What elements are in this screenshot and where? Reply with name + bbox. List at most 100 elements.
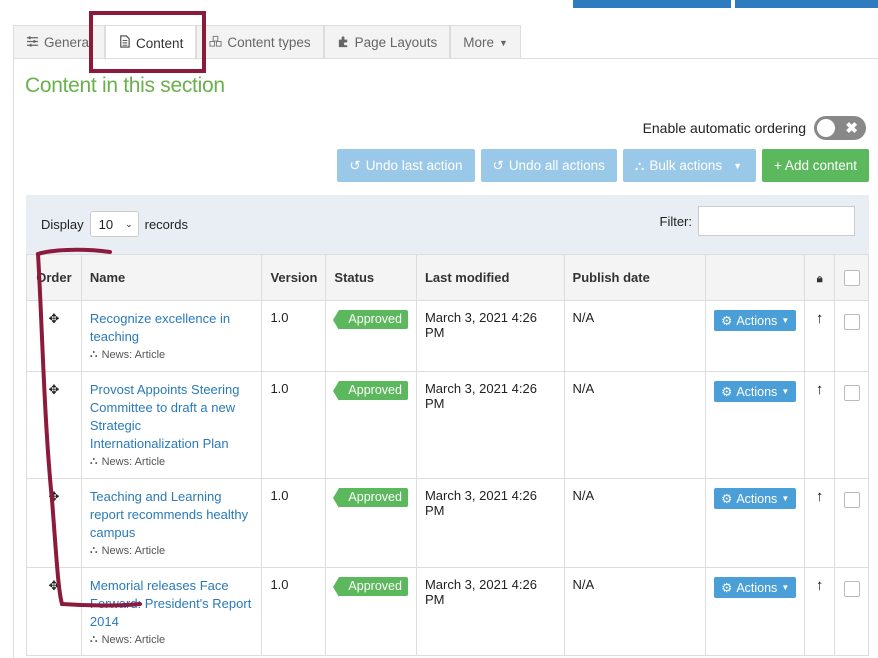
content-type-label: News: Article bbox=[101, 633, 166, 646]
name-cell: Memorial releases Face Forward: Presiden… bbox=[80, 567, 263, 656]
version-cell: 1.0 bbox=[261, 371, 327, 479]
order-cell: ✥ bbox=[26, 300, 82, 372]
auto-ordering-control: Enable automatic ordering ✖ bbox=[643, 116, 866, 140]
content-type: ⛬ News: Article bbox=[90, 633, 254, 646]
close-icon: ✖ bbox=[845, 120, 858, 137]
actions-button[interactable]: ⚙ Actions ▼ bbox=[714, 381, 797, 402]
lock-icon: 🔒︎ bbox=[816, 272, 823, 285]
row-checkbox[interactable] bbox=[843, 581, 860, 597]
move-up-cell: ↑ bbox=[804, 478, 835, 568]
select-all-checkbox[interactable] bbox=[843, 270, 860, 286]
actions-cell: ⚙ Actions ▼ bbox=[705, 567, 806, 656]
tab-bar: General Content Content types Page Layou… bbox=[13, 25, 521, 60]
row-checkbox[interactable] bbox=[843, 385, 860, 401]
status-badge: Approved bbox=[333, 577, 408, 597]
status-badge: Approved bbox=[333, 310, 408, 330]
arrow-up-icon[interactable]: ↑ bbox=[816, 310, 824, 327]
caret-down-icon: ▼ bbox=[781, 494, 790, 503]
undo-last-button[interactable]: ↺ Undo last action bbox=[337, 149, 475, 182]
select-cell bbox=[834, 567, 869, 656]
header-order[interactable]: Order bbox=[26, 254, 82, 301]
header-version[interactable]: Version bbox=[261, 254, 327, 301]
content-link[interactable]: Memorial releases Face Forward: Presiden… bbox=[90, 577, 254, 631]
gear-icon: ⚙ bbox=[721, 492, 733, 506]
content-link[interactable]: Provost Appoints Steering Committee to d… bbox=[90, 381, 254, 453]
content-link[interactable]: Teaching and Learning report recommends … bbox=[90, 488, 254, 542]
modified-cell: March 3, 2021 4:26 PM bbox=[415, 567, 565, 656]
records-per-page-value: 10 bbox=[98, 216, 114, 232]
publish-cell: N/A bbox=[563, 371, 707, 479]
tab-general[interactable]: General bbox=[13, 25, 106, 59]
arrow-up-icon[interactable]: ↑ bbox=[816, 577, 824, 594]
filter-input[interactable] bbox=[698, 206, 855, 236]
tab-content[interactable]: Content bbox=[105, 25, 197, 60]
move-up-cell: ↑ bbox=[804, 371, 835, 479]
add-content-label: + Add content bbox=[774, 158, 857, 173]
tab-content-types-label: Content types bbox=[227, 35, 311, 50]
auto-ordering-toggle[interactable]: ✖ bbox=[814, 116, 866, 140]
order-cell: ✥ bbox=[26, 371, 82, 479]
undo-last-label: Undo last action bbox=[365, 158, 463, 173]
select-cell bbox=[834, 478, 869, 568]
select-cell bbox=[834, 300, 869, 372]
top-button-2[interactable] bbox=[735, 0, 878, 8]
actions-cell: ⚙ Actions ▼ bbox=[705, 478, 806, 568]
header-status[interactable]: Status bbox=[325, 254, 417, 301]
modified-cell: March 3, 2021 4:26 PM bbox=[415, 300, 565, 372]
caret-down-icon: ▼ bbox=[498, 37, 508, 48]
header-lock: 🔒︎ bbox=[804, 254, 835, 301]
toggle-knob bbox=[817, 119, 835, 137]
content-type: ⛬ News: Article bbox=[90, 348, 254, 361]
add-content-button[interactable]: + Add content bbox=[762, 149, 869, 182]
filter-label: Filter: bbox=[659, 213, 693, 229]
top-button-1[interactable] bbox=[573, 0, 731, 8]
publish-cell: N/A bbox=[563, 567, 707, 656]
content-link[interactable]: Recognize excellence in teaching bbox=[90, 310, 254, 346]
cubes-icon: ⛬ bbox=[89, 348, 98, 360]
puzzle-icon bbox=[337, 35, 350, 51]
tab-more-label: More bbox=[463, 35, 494, 50]
header-name[interactable]: Name bbox=[80, 254, 263, 301]
display-suffix: records bbox=[144, 216, 188, 232]
actions-label: Actions bbox=[736, 580, 778, 595]
move-icon[interactable]: ✥ bbox=[48, 489, 59, 505]
publish-cell: N/A bbox=[563, 478, 707, 568]
move-icon[interactable]: ✥ bbox=[48, 578, 59, 594]
arrow-up-icon[interactable]: ↑ bbox=[816, 381, 824, 398]
version-cell: 1.0 bbox=[261, 478, 327, 568]
cubes-icon: ⛬ bbox=[634, 157, 645, 173]
records-per-page-select[interactable]: 10 ⌄ bbox=[89, 211, 139, 237]
row-checkbox[interactable] bbox=[843, 492, 860, 508]
modified-cell: March 3, 2021 4:26 PM bbox=[415, 371, 565, 479]
actions-label: Actions bbox=[736, 313, 778, 328]
actions-label: Actions bbox=[736, 491, 778, 506]
header-publish-date[interactable]: Publish date bbox=[563, 254, 707, 301]
header-last-modified[interactable]: Last modified bbox=[415, 254, 565, 301]
move-up-cell: ↑ bbox=[804, 567, 835, 656]
table-row: ✥ Teaching and Learning report recommend… bbox=[26, 478, 869, 568]
tab-more[interactable]: More ▼ bbox=[450, 25, 521, 59]
move-icon[interactable]: ✥ bbox=[48, 382, 59, 398]
page-title: Content in this section bbox=[25, 74, 225, 97]
gear-icon: ⚙ bbox=[721, 314, 733, 328]
cubes-icon: ⛬ bbox=[89, 633, 98, 645]
display-prefix: Display bbox=[41, 216, 84, 232]
gear-icon: ⚙ bbox=[721, 581, 733, 595]
tab-content-types[interactable]: Content types bbox=[196, 25, 324, 59]
version-cell: 1.0 bbox=[261, 567, 327, 656]
move-icon[interactable]: ✥ bbox=[48, 311, 59, 327]
header-actions bbox=[705, 254, 806, 301]
status-cell: Approved bbox=[325, 478, 417, 568]
bulk-actions-button[interactable]: ⛬ Bulk actions ▼ bbox=[622, 149, 757, 182]
content-type: ⛬ News: Article bbox=[90, 544, 254, 557]
actions-button[interactable]: ⚙ Actions ▼ bbox=[714, 488, 797, 509]
tab-page-layouts[interactable]: Page Layouts bbox=[323, 25, 451, 59]
actions-button[interactable]: ⚙ Actions ▼ bbox=[714, 577, 797, 598]
arrow-up-icon[interactable]: ↑ bbox=[816, 488, 824, 505]
cubes-icon bbox=[209, 35, 222, 51]
row-checkbox[interactable] bbox=[843, 314, 860, 330]
actions-button[interactable]: ⚙ Actions ▼ bbox=[714, 310, 797, 331]
caret-down-icon: ▼ bbox=[781, 387, 790, 396]
undo-all-button[interactable]: ↺ Undo all actions bbox=[480, 149, 617, 182]
select-cell bbox=[834, 371, 869, 479]
